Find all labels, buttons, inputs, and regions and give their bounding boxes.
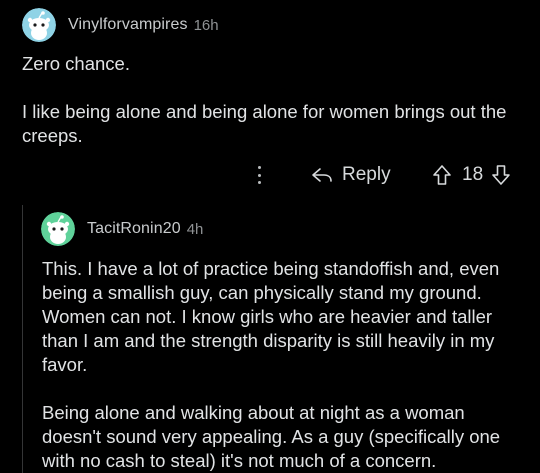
comment-header: Vinylforvampires 16h — [22, 8, 219, 42]
upvote-arrow-icon[interactable] — [432, 164, 452, 186]
reply-label: Reply — [342, 164, 391, 185]
reply-button[interactable]: Reply — [311, 160, 391, 190]
user-avatar-icon[interactable] — [41, 212, 75, 246]
reply-arrow-icon — [312, 168, 332, 182]
reply-header: TacitRonin20 4h — [41, 212, 203, 246]
thread-line[interactable] — [22, 205, 23, 473]
comment-username[interactable]: Vinylforvampires — [68, 16, 188, 34]
comment-actions: Reply 18 — [0, 160, 540, 190]
reply-comment: TacitRonin20 4h This. I have a lot of pr… — [22, 205, 540, 473]
reply-paragraph: This. I have a lot of practice being sta… — [42, 258, 500, 375]
comment-body: Zero chance. I like being alone and bein… — [22, 52, 522, 148]
reply-paragraph: Being alone and walking about at night a… — [42, 402, 501, 471]
user-avatar-icon[interactable] — [22, 8, 56, 42]
downvote-arrow-icon[interactable] — [491, 164, 511, 186]
comment-paragraph: Zero chance. — [22, 53, 130, 74]
vote-controls: 18 — [432, 160, 511, 190]
more-options-icon[interactable] — [252, 164, 266, 186]
reply-timestamp: 4h — [186, 220, 204, 238]
reply-username[interactable]: TacitRonin20 — [87, 220, 181, 238]
comment-timestamp: 16h — [193, 16, 219, 34]
comment-paragraph: I like being alone and being alone for w… — [22, 101, 507, 146]
reply-body: This. I have a lot of practice being sta… — [42, 257, 518, 473]
vote-score: 18 — [462, 164, 484, 185]
